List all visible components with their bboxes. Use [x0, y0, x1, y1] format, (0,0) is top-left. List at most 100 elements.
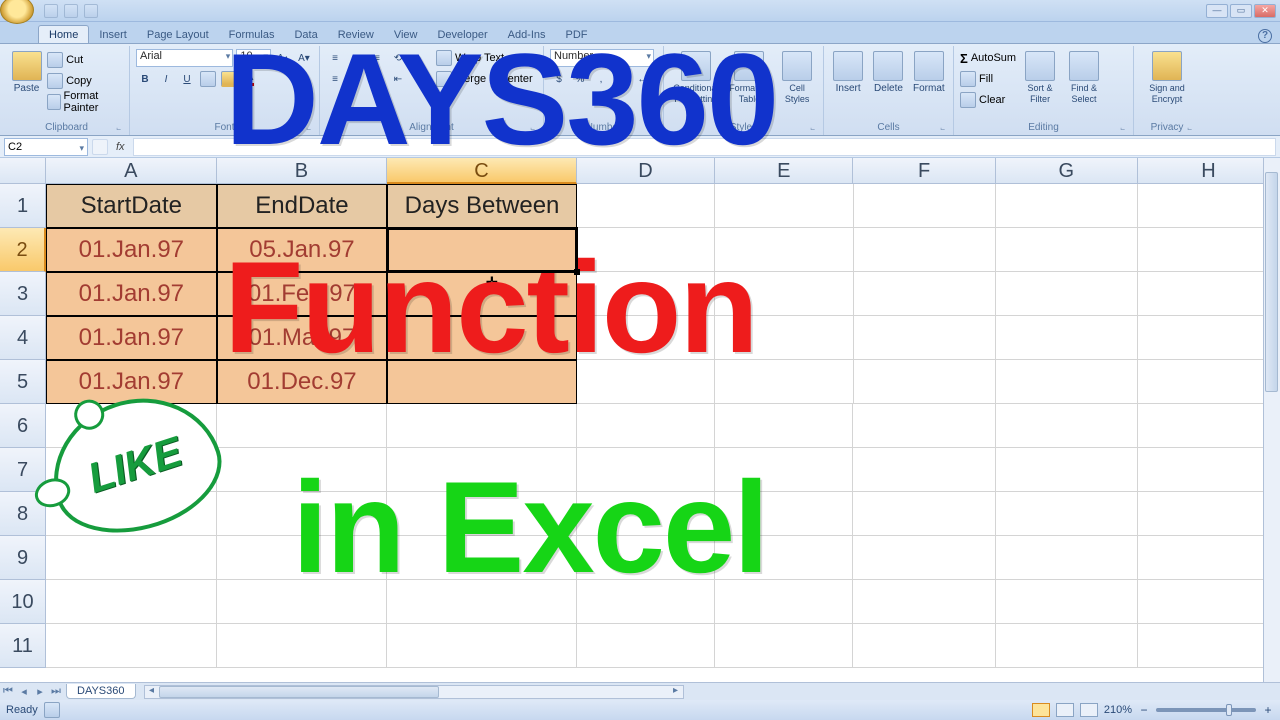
number-format-select[interactable]: Number — [550, 49, 654, 67]
cell-E8[interactable] — [715, 492, 853, 536]
cell-A1[interactable]: StartDate — [46, 184, 217, 228]
zoom-out-button[interactable]: − — [1138, 703, 1150, 717]
currency-button[interactable]: $ — [550, 70, 568, 88]
cell-B10[interactable] — [217, 580, 388, 624]
row-header-7[interactable]: 7 — [0, 448, 46, 492]
cell-B8[interactable] — [217, 492, 388, 536]
cell-G7[interactable] — [996, 448, 1138, 492]
zoom-slider[interactable] — [1156, 708, 1256, 712]
cell-G5[interactable] — [996, 360, 1138, 404]
tab-review[interactable]: Review — [328, 26, 384, 43]
cell-D9[interactable] — [577, 536, 715, 580]
cell-C3[interactable] — [387, 272, 577, 316]
column-header-B[interactable]: B — [217, 158, 388, 184]
view-normal-button[interactable] — [1032, 703, 1050, 717]
cell-C6[interactable] — [387, 404, 577, 448]
column-header-F[interactable]: F — [853, 158, 995, 184]
align-middle-button[interactable]: ≡ — [347, 49, 365, 67]
clear-button[interactable]: Clear — [960, 90, 1016, 110]
fill-color-button[interactable] — [220, 70, 238, 88]
align-top-button[interactable]: ≡ — [326, 49, 344, 67]
qat-undo-icon[interactable] — [64, 4, 78, 18]
delete-cells-button[interactable]: Delete — [870, 48, 906, 121]
maximize-button[interactable]: ▭ — [1230, 4, 1252, 18]
row-header-6[interactable]: 6 — [0, 404, 46, 448]
cell-G11[interactable] — [996, 624, 1138, 668]
cell-A4[interactable]: 01.Jan.97 — [46, 316, 217, 360]
cell-B1[interactable]: EndDate — [217, 184, 388, 228]
cell-D6[interactable] — [577, 404, 715, 448]
cell-B2[interactable]: 05.Jan.97 — [217, 228, 388, 272]
cell-G1[interactable] — [996, 184, 1138, 228]
column-header-A[interactable]: A — [46, 158, 217, 184]
column-header-E[interactable]: E — [715, 158, 853, 184]
help-icon[interactable]: ? — [1258, 29, 1272, 43]
cell-C2[interactable] — [387, 228, 577, 272]
formula-input[interactable] — [133, 138, 1276, 156]
underline-button[interactable]: U — [178, 70, 196, 88]
cell-E10[interactable] — [715, 580, 853, 624]
column-header-H[interactable]: H — [1138, 158, 1280, 184]
cell-F4[interactable] — [854, 316, 996, 360]
fill-button[interactable]: Fill — [960, 69, 1016, 89]
cell-D5[interactable] — [577, 360, 715, 404]
cell-F2[interactable] — [854, 228, 996, 272]
sheet-nav-last[interactable]: ⏭ — [48, 685, 64, 698]
cell-A6[interactable] — [46, 404, 217, 448]
cell-B4[interactable]: 01.Mar.97 — [217, 316, 388, 360]
font-name-select[interactable]: Arial — [136, 49, 233, 67]
cell-D10[interactable] — [577, 580, 715, 624]
sheet-nav-prev[interactable]: ◂ — [16, 685, 32, 698]
cell-G6[interactable] — [996, 404, 1138, 448]
cell-F7[interactable] — [853, 448, 995, 492]
merge-center-button[interactable]: Merge & Center — [436, 69, 533, 89]
cell-F1[interactable] — [854, 184, 996, 228]
tab-page-layout[interactable]: Page Layout — [137, 26, 219, 43]
align-center-button[interactable]: ≡ — [347, 70, 365, 88]
cell-G2[interactable] — [996, 228, 1138, 272]
tab-view[interactable]: View — [384, 26, 428, 43]
cell-G10[interactable] — [996, 580, 1138, 624]
grow-font-button[interactable]: A▴ — [274, 49, 292, 67]
cell-E3[interactable] — [715, 272, 853, 316]
qat-save-icon[interactable] — [44, 4, 58, 18]
insert-cells-button[interactable]: Insert — [830, 48, 866, 121]
cell-C4[interactable] — [387, 316, 577, 360]
cell-D2[interactable] — [577, 228, 715, 272]
cell-H7[interactable] — [1138, 448, 1280, 492]
row-header-4[interactable]: 4 — [0, 316, 46, 360]
zoom-in-button[interactable]: + — [1262, 703, 1274, 717]
cell-B5[interactable]: 01.Dec.97 — [217, 360, 388, 404]
cell-F5[interactable] — [854, 360, 996, 404]
row-header-2[interactable]: 2 — [0, 228, 46, 272]
cell-H11[interactable] — [1138, 624, 1280, 668]
sign-encrypt-button[interactable]: Sign and Encrypt — [1140, 48, 1194, 121]
paste-button[interactable]: Paste — [10, 48, 43, 121]
comma-button[interactable]: , — [592, 70, 610, 88]
cell-C10[interactable] — [387, 580, 577, 624]
cell-F10[interactable] — [853, 580, 995, 624]
fx-icon[interactable]: fx — [112, 141, 129, 153]
row-header-3[interactable]: 3 — [0, 272, 46, 316]
minimize-button[interactable]: — — [1206, 4, 1228, 18]
fx-cancel-icon[interactable] — [92, 139, 108, 155]
cell-H2[interactable] — [1138, 228, 1280, 272]
format-painter-button[interactable]: Format Painter — [47, 92, 123, 112]
office-button[interactable] — [0, 0, 34, 24]
cell-A7[interactable] — [46, 448, 217, 492]
cell-C5[interactable] — [387, 360, 577, 404]
name-box[interactable]: C2 — [4, 138, 88, 156]
border-button[interactable] — [199, 70, 217, 88]
view-page-layout-button[interactable] — [1056, 703, 1074, 717]
format-cells-button[interactable]: Format — [911, 48, 947, 121]
cell-C7[interactable] — [387, 448, 577, 492]
tab-pdf[interactable]: PDF — [556, 26, 598, 43]
horizontal-scrollbar[interactable] — [144, 685, 684, 699]
cell-E11[interactable] — [715, 624, 853, 668]
cell-H3[interactable] — [1138, 272, 1280, 316]
cell-A11[interactable] — [46, 624, 217, 668]
format-as-table-button[interactable]: Format as Table — [726, 48, 774, 121]
cell-H6[interactable] — [1138, 404, 1280, 448]
cell-D11[interactable] — [577, 624, 715, 668]
cell-E2[interactable] — [715, 228, 853, 272]
